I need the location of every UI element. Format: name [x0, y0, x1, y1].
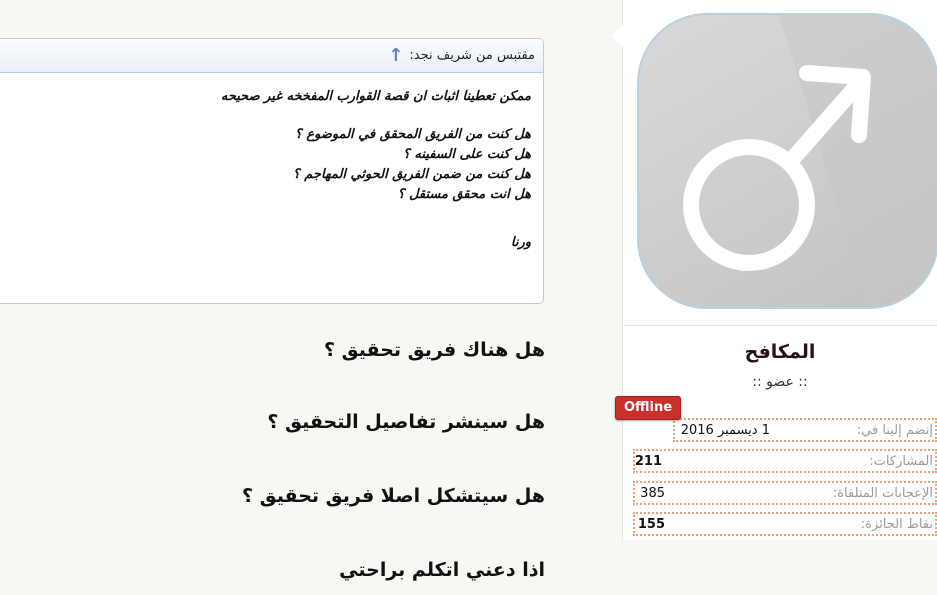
go-to-quote-arrow-icon[interactable]: ↑: [388, 46, 403, 65]
quote-line: هل انت محقق مستقل ؟: [397, 187, 531, 202]
user-rank: :: عضو ::: [752, 374, 808, 390]
quote-author-label: مقتبس من شريف نجد:: [409, 48, 535, 63]
stat-award-points: نقاط الجائزة: 155: [633, 512, 937, 536]
avatar[interactable]: [637, 13, 937, 309]
post-text-line: هل هناك فريق تحقيق ؟: [324, 339, 545, 361]
stat-joined: إنضم إلينا في: 1 ديسمبر 2016: [673, 418, 937, 442]
speech-pointer: [611, 24, 623, 48]
quote-line: هل كنت على السفينه ؟: [402, 147, 531, 162]
stat-posts: المشاركات: 211: [633, 449, 937, 473]
status-badge: Offline: [615, 396, 681, 420]
stat-label: الإعجابات المتلقاة:: [832, 485, 933, 501]
post-text-line: اذا دعني اتكلم براحتي: [339, 559, 545, 581]
quote-box: مقتبس من شريف نجد: ↑ ممكن تعطينا اثبات ا…: [0, 38, 544, 304]
stat-label: نقاط الجائزة:: [860, 516, 933, 532]
quote-header: مقتبس من شريف نجد: ↑: [0, 39, 543, 73]
male-symbol-icon: [683, 15, 937, 307]
stat-likes: الإعجابات المتلقاة: 385: [633, 481, 937, 505]
username-link[interactable]: المكافح: [623, 341, 937, 363]
post-text-line: هل سيتشكل اصلا فريق تحقيق ؟: [242, 485, 545, 507]
quote-line: هل كنت من ضمن الفريق الحوثي المهاجم ؟: [292, 167, 531, 182]
stat-label: المشاركات:: [869, 453, 933, 469]
profile-divider: [623, 325, 937, 326]
quote-line: ورنا: [510, 235, 531, 250]
stat-value: 385: [640, 485, 665, 501]
quote-line: ممكن تعطينا اثبات ان قصة القوارب المفخخه…: [220, 89, 531, 104]
post-text-line: هل سينشر تفاصيل التحقيق ؟: [267, 411, 545, 433]
stat-label: إنضم إلينا في:: [856, 422, 933, 438]
stat-value: 1 ديسمبر 2016: [680, 422, 770, 438]
stat-value: 155: [637, 516, 665, 532]
quote-line: هل كنت من الفريق المحقق في الموضوع ؟: [294, 127, 531, 142]
stat-value: 211: [634, 453, 662, 469]
quote-body: ممكن تعطينا اثبات ان قصة القوارب المفخخه…: [0, 73, 543, 253]
